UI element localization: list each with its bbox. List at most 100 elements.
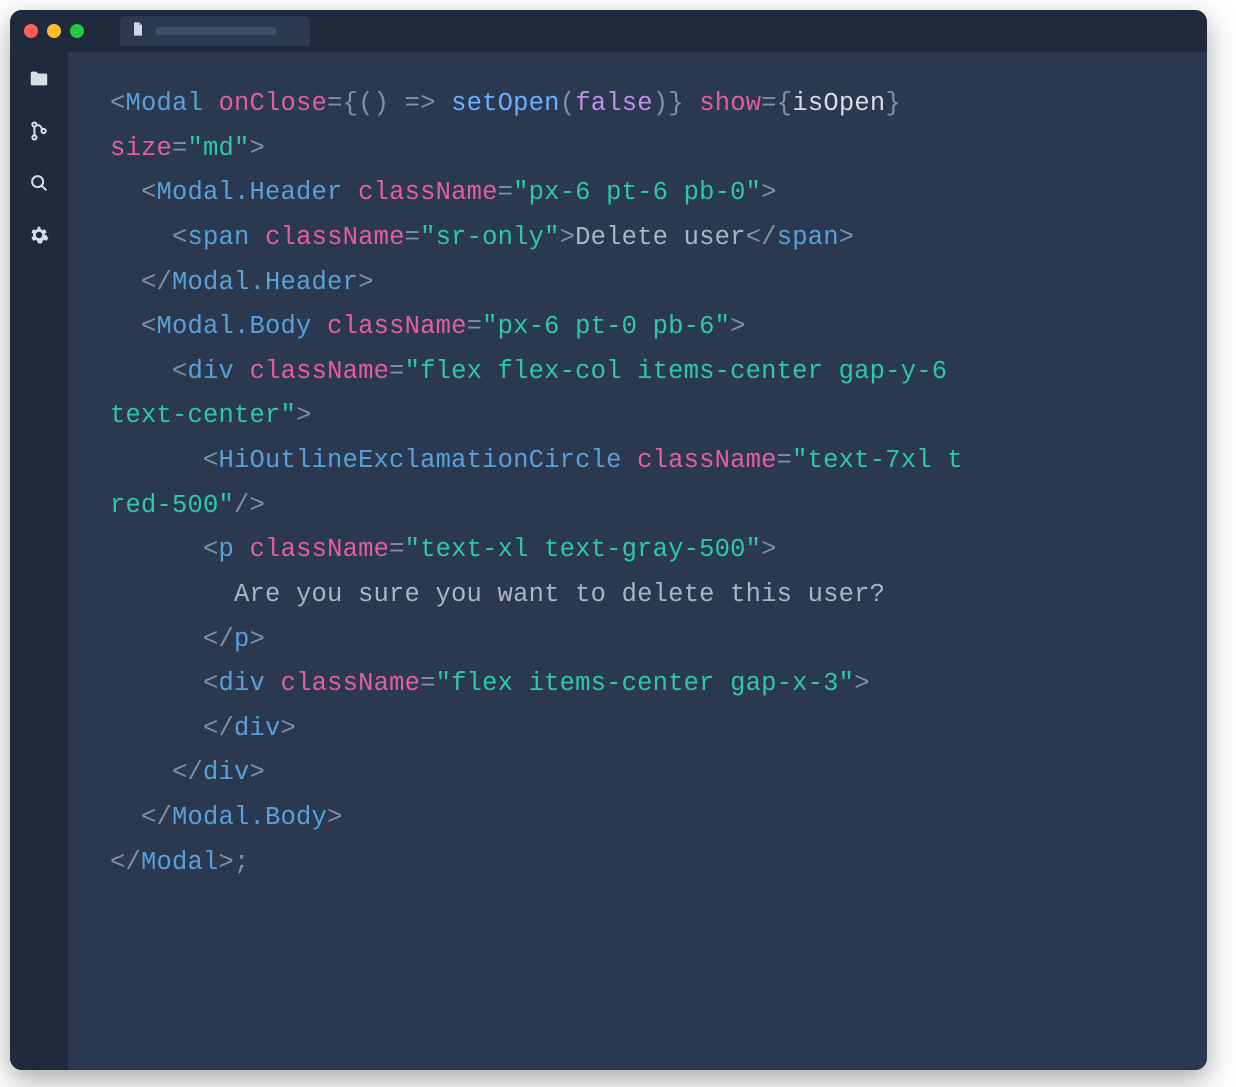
- code-token-punc: >: [281, 714, 297, 743]
- code-token-text: Delete user: [575, 223, 746, 252]
- code-token-tag: Modal.Body: [157, 312, 312, 341]
- code-token-punc: {: [343, 89, 359, 118]
- explorer-icon[interactable]: [26, 66, 52, 92]
- code-token-text: [684, 89, 700, 118]
- code-token-tag: div: [234, 714, 281, 743]
- code-token-punc: </: [203, 625, 234, 654]
- code-token-punc: =: [405, 223, 421, 252]
- code-token-punc: >: [358, 268, 374, 297]
- code-token-text: [110, 758, 172, 787]
- code-token-punc: >: [327, 803, 343, 832]
- code-token-punc: =: [327, 89, 343, 118]
- code-token-attr: className: [250, 535, 390, 564]
- code-token-text: [389, 89, 405, 118]
- code-token-str: red-500": [110, 491, 234, 520]
- code-token-punc: >: [839, 223, 855, 252]
- code-token-punc: </: [746, 223, 777, 252]
- editor-tab[interactable]: [120, 16, 310, 46]
- code-token-attr: className: [250, 357, 390, 386]
- code-token-punc: <: [110, 89, 126, 118]
- code-token-punc: <: [203, 446, 219, 475]
- code-token-punc: =: [389, 535, 405, 564]
- code-token-punc: =: [389, 357, 405, 386]
- tab-title-placeholder: [156, 27, 276, 35]
- code-token-tag: div: [219, 669, 266, 698]
- code-token-punc: <: [141, 312, 157, 341]
- code-token-tag: div: [203, 758, 250, 787]
- code-token-tag: Modal.Header: [157, 178, 343, 207]
- code-token-text: [110, 535, 203, 564]
- code-token-punc: }: [885, 89, 901, 118]
- code-token-punc: >: [761, 178, 777, 207]
- code-content: <Modal onClose={() => setOpen(false)} sh…: [110, 82, 1207, 885]
- code-token-punc: >: [250, 134, 266, 163]
- editor-body: <Modal onClose={() => setOpen(false)} sh…: [10, 52, 1207, 1070]
- code-token-text: [110, 669, 203, 698]
- minimize-icon[interactable]: [47, 24, 61, 38]
- file-icon: [130, 21, 146, 42]
- code-token-text: [234, 535, 250, 564]
- code-token-text: [110, 312, 141, 341]
- code-token-text: [110, 446, 203, 475]
- code-token-text: [110, 268, 141, 297]
- code-token-tag: Modal.Header: [172, 268, 358, 297]
- zoom-icon[interactable]: [70, 24, 84, 38]
- code-token-str: "px-6 pt-6 pb-0": [513, 178, 761, 207]
- code-token-text: [250, 223, 266, 252]
- code-token-punc: =>: [405, 89, 436, 118]
- code-token-text: [110, 803, 141, 832]
- activity-bar: [10, 52, 68, 1070]
- code-token-punc: <: [141, 178, 157, 207]
- code-token-tag: Modal.Body: [172, 803, 327, 832]
- settings-icon[interactable]: [26, 222, 52, 248]
- code-token-punc: <: [172, 223, 188, 252]
- code-token-text: [343, 178, 359, 207]
- code-token-punc: />: [234, 491, 265, 520]
- code-token-punc: =: [761, 89, 777, 118]
- code-token-str: "flex flex-col items-center gap-y-6: [405, 357, 963, 386]
- code-token-punc: >: [250, 758, 266, 787]
- code-token-attr: onClose: [219, 89, 328, 118]
- code-token-punc: >: [854, 669, 870, 698]
- code-token-punc: </: [203, 714, 234, 743]
- code-token-text: [110, 714, 203, 743]
- code-token-text: [436, 89, 452, 118]
- code-token-tag: Modal: [126, 89, 204, 118]
- code-token-str: text-center": [110, 401, 296, 430]
- code-token-kw: false: [575, 89, 653, 118]
- code-token-punc: (: [560, 89, 576, 118]
- code-token-text: [265, 669, 281, 698]
- code-token-punc: =: [777, 446, 793, 475]
- code-token-attr: size: [110, 134, 172, 163]
- code-token-text: [312, 312, 328, 341]
- code-token-attr: className: [358, 178, 498, 207]
- code-token-punc: =: [467, 312, 483, 341]
- code-token-ident: isOpen: [792, 89, 885, 118]
- code-token-fn: setOpen: [451, 89, 560, 118]
- code-editor[interactable]: <Modal onClose={() => setOpen(false)} sh…: [68, 52, 1207, 1070]
- code-token-tag: span: [188, 223, 250, 252]
- code-token-punc: >: [219, 848, 235, 877]
- code-token-text: [622, 446, 638, 475]
- code-token-str: "md": [188, 134, 250, 163]
- code-token-punc: >: [560, 223, 576, 252]
- search-icon[interactable]: [26, 170, 52, 196]
- code-token-attr: show: [699, 89, 761, 118]
- code-token-text: [110, 625, 203, 654]
- code-token-punc: <: [203, 535, 219, 564]
- source-control-icon[interactable]: [26, 118, 52, 144]
- code-token-attr: className: [265, 223, 405, 252]
- code-token-punc: ): [653, 89, 669, 118]
- code-token-text: [901, 89, 917, 118]
- code-token-punc: </: [141, 268, 172, 297]
- close-icon[interactable]: [24, 24, 38, 38]
- code-token-punc: </: [110, 848, 141, 877]
- code-token-text: [110, 223, 172, 252]
- code-token-tag: span: [777, 223, 839, 252]
- code-token-punc: <: [203, 669, 219, 698]
- code-token-punc: <: [172, 357, 188, 386]
- code-token-str: "px-6 pt-0 pb-6": [482, 312, 730, 341]
- code-token-punc: =: [498, 178, 514, 207]
- editor-window: <Modal onClose={() => setOpen(false)} sh…: [10, 10, 1207, 1070]
- code-token-punc: </: [172, 758, 203, 787]
